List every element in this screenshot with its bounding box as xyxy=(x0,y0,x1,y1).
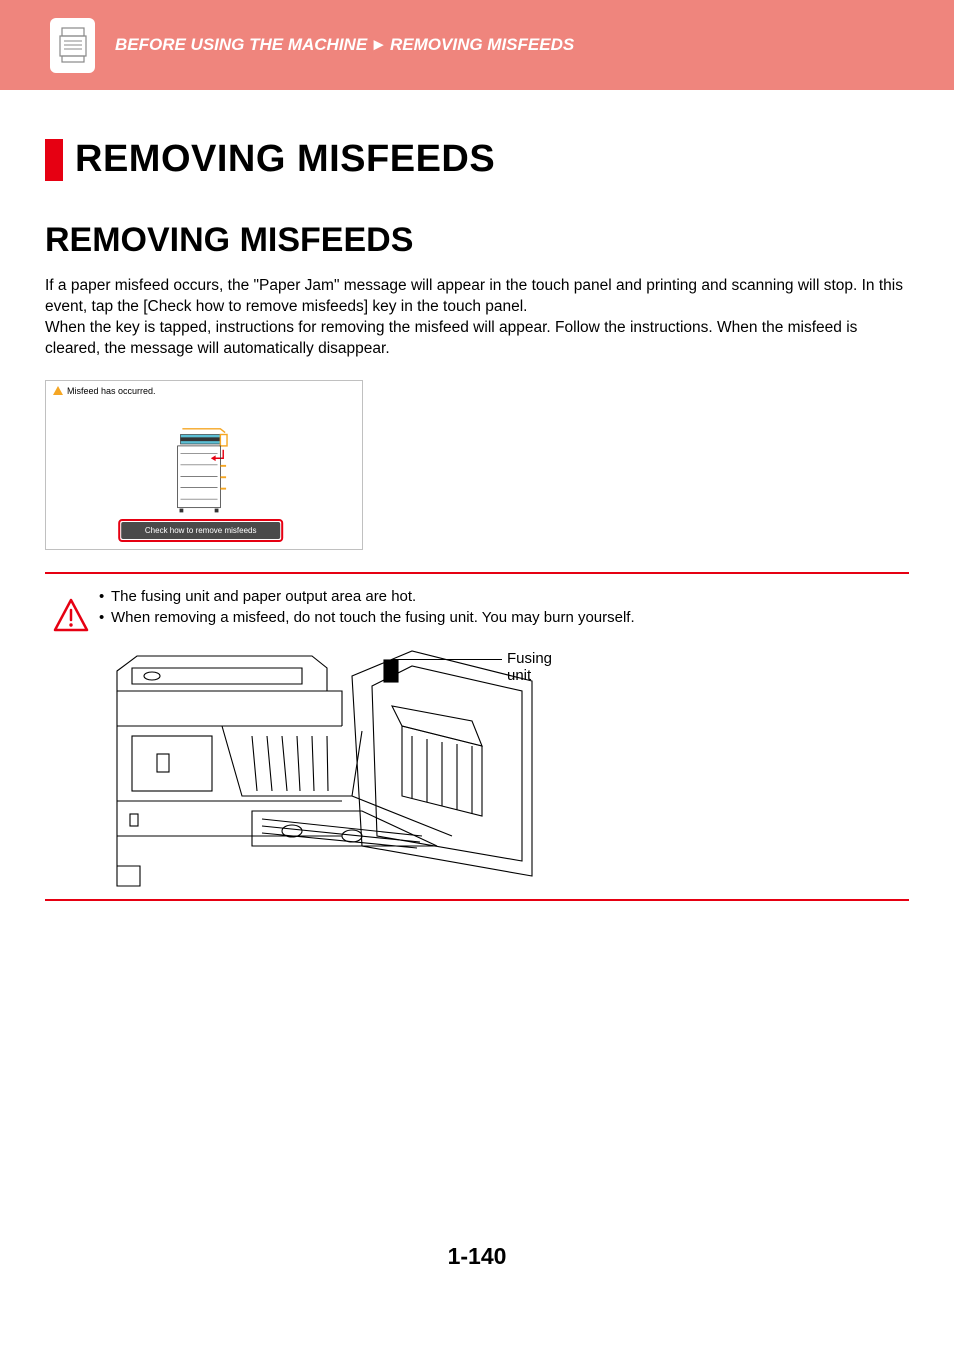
body-paragraph: If a paper misfeed occurs, the "Paper Ja… xyxy=(45,276,909,360)
warning-bullet: When removing a misfeed, do not touch th… xyxy=(99,607,909,628)
machine-illustration xyxy=(102,636,542,891)
warning-bullet: The fusing unit and paper output area ar… xyxy=(99,586,909,607)
panel-status-text: Misfeed has occurred. xyxy=(67,386,156,396)
warning-content: The fusing unit and paper output area ar… xyxy=(99,586,909,891)
sub-title: REMOVING MISFEEDS xyxy=(45,221,909,260)
panel-status-row: Misfeed has occurred. xyxy=(46,381,362,401)
breadcrumb: BEFORE USING THE MACHINE►REMOVING MISFEE… xyxy=(115,35,574,55)
panel-button-wrap: Check how to remove misfeeds xyxy=(118,519,283,542)
panel-printer-diagram xyxy=(176,425,241,520)
warning-section: The fusing unit and paper output area ar… xyxy=(45,572,909,901)
main-title: REMOVING MISFEEDS xyxy=(75,138,495,181)
printer-header-icon xyxy=(50,18,95,73)
header-band: BEFORE USING THE MACHINE►REMOVING MISFEE… xyxy=(0,0,954,90)
fusing-unit-label: Fusing unit xyxy=(507,650,552,684)
red-accent-bar xyxy=(45,139,63,181)
breadcrumb-part1: BEFORE USING THE MACHINE xyxy=(115,35,367,54)
caution-triangle-icon xyxy=(53,598,89,634)
breadcrumb-part2: REMOVING MISFEEDS xyxy=(390,35,574,54)
check-misfeeds-button[interactable]: Check how to remove misfeeds xyxy=(121,522,280,539)
breadcrumb-separator-icon: ► xyxy=(370,35,387,54)
page-content: REMOVING MISFEEDS REMOVING MISFEEDS If a… xyxy=(0,90,954,901)
warning-bullet-list: The fusing unit and paper output area ar… xyxy=(99,586,909,628)
printer-icon xyxy=(59,26,87,64)
touch-panel-figure: Misfeed has occurred. Check how to remov… xyxy=(45,380,363,550)
panel-button-highlight: Check how to remove misfeeds xyxy=(118,519,283,542)
warning-triangle-icon xyxy=(53,386,63,395)
callout-line xyxy=(392,659,502,660)
page-number: 1-140 xyxy=(0,1243,954,1270)
machine-figure: Fusing unit xyxy=(102,636,542,891)
main-title-row: REMOVING MISFEEDS xyxy=(45,138,909,181)
